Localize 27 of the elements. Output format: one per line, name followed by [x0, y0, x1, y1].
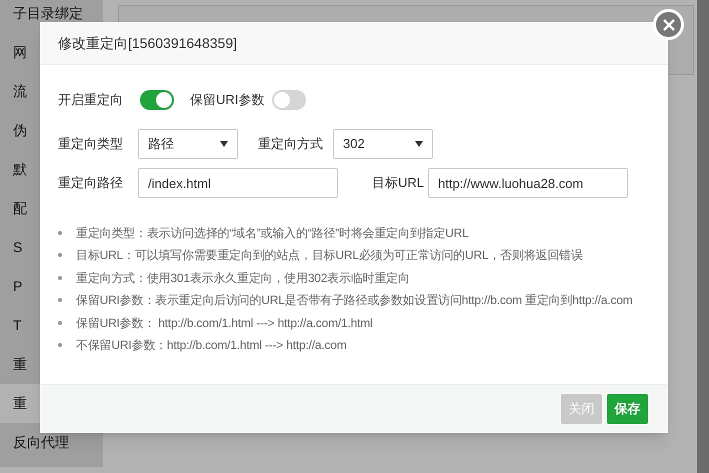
help-text: 保留URI参数：表示重定向后访问的URL是否带有子路径或参数如设置访问http://b.com 重定向到http://a.com [76, 292, 633, 309]
toggle-label: 开启重定向 [58, 91, 124, 110]
bullet-icon [58, 343, 62, 347]
caret-icon [220, 141, 228, 147]
input-field[interactable]: /index.html [138, 168, 338, 198]
select-field[interactable]: 302 [333, 129, 433, 159]
select-field[interactable]: 路径 [138, 129, 238, 159]
input-field[interactable]: http://www.luohua28.com [428, 168, 628, 198]
bullet-icon [58, 276, 62, 280]
help-text: 重定向方式：使用301表示永久重定向，使用302表示临时重定向 [76, 270, 410, 286]
field-label: 重定向方式 [258, 135, 324, 154]
toggle-switch[interactable] [140, 90, 174, 110]
help-text: 保留URI参数： http://b.com/1.html ---> http://a.com/1.html [76, 314, 372, 332]
field-label: 重定向路径 [58, 174, 124, 192]
bullet-icon [58, 298, 62, 302]
help-text: 重定向类型：表示访问选择的“域名”或输入的“路径”时将会重定向到指定URL [76, 224, 469, 242]
field-label: 目标URL [371, 174, 426, 192]
bullet-icon [58, 320, 62, 324]
toggle-label: 保留URI参数 [190, 91, 266, 110]
help-text: 不保留URI参数：http://b.com/1.html ---> http://a.com [76, 337, 347, 354]
help-text: 目标URL：可以填写你需要重定向到的站点，目标URL必须为可正常访问的URL，否则将返回错误 [76, 247, 583, 264]
bullet-icon [58, 253, 62, 257]
dialog-title: 修改重定向[1560391648359] [58, 34, 237, 53]
caret-icon [415, 141, 423, 147]
toggle-switch[interactable] [272, 90, 306, 110]
field-label: 重定向类型 [58, 135, 124, 154]
bullet-icon [58, 230, 62, 234]
